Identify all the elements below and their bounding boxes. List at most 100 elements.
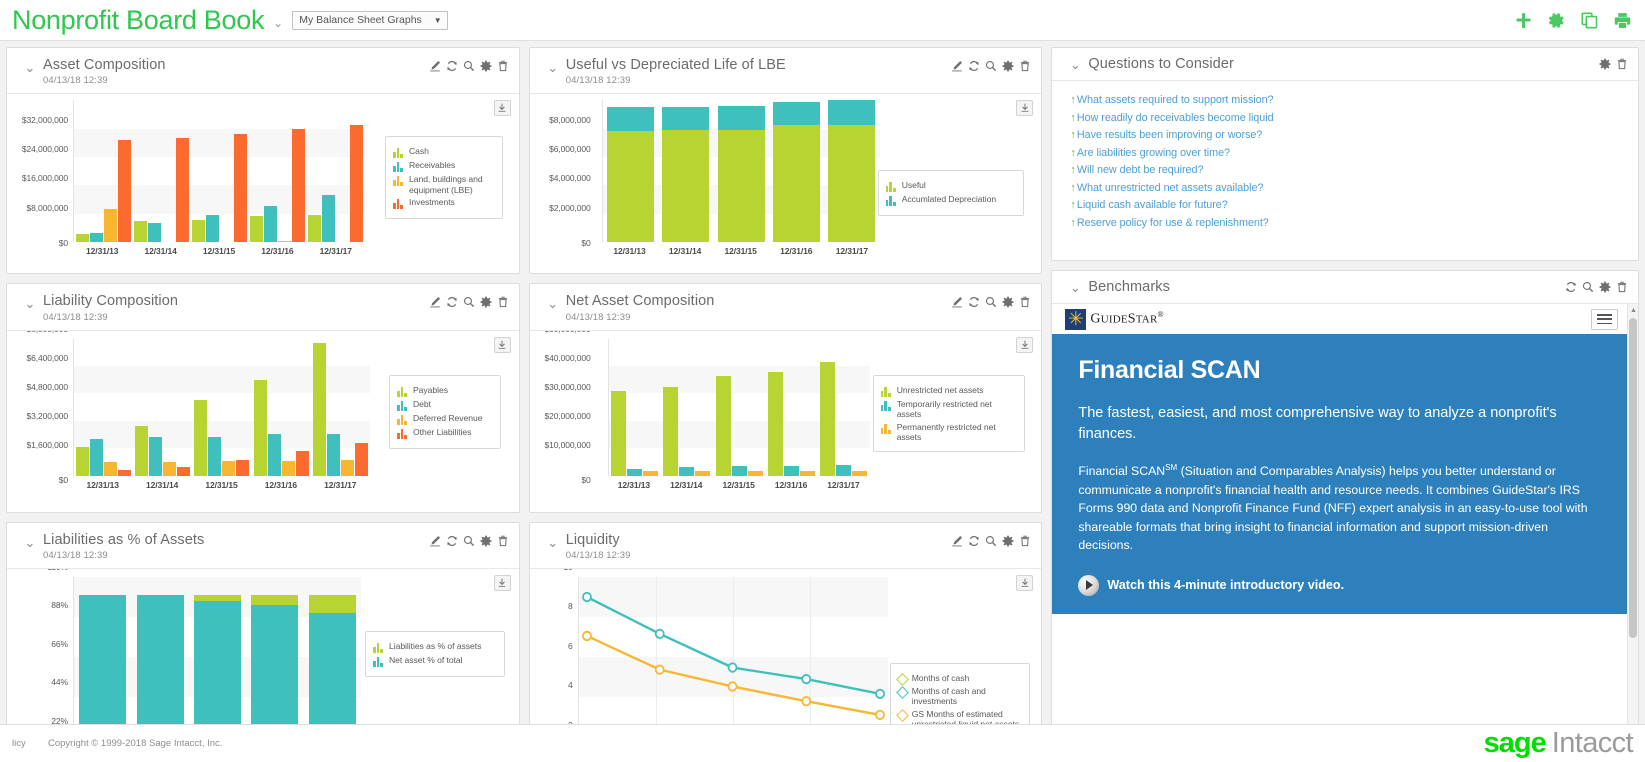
search-icon[interactable] <box>985 296 997 308</box>
y-tick: $8,000,000 <box>26 331 68 334</box>
video-link[interactable]: Watch this 4-minute introductory video. <box>1078 574 1602 596</box>
gear-icon[interactable] <box>1599 281 1611 293</box>
gear-icon[interactable] <box>480 60 492 72</box>
list-item[interactable]: ↑ Are liabilities growing over time? <box>1070 147 1628 159</box>
y-tick: $50,000,000 <box>545 331 591 334</box>
title-dropdown-caret-icon[interactable]: ⌄ <box>273 16 283 30</box>
y-tick: $20,000,000 <box>544 410 591 421</box>
panel-toolbar <box>951 293 1031 308</box>
scrollbar-thumb[interactable] <box>1629 318 1638 639</box>
refresh-icon[interactable] <box>446 535 458 547</box>
list-item[interactable]: ↑ Will new debt be required? <box>1070 164 1628 176</box>
collapse-caret-icon[interactable]: ⌄ <box>540 293 566 310</box>
delete-trash-icon[interactable] <box>497 60 509 72</box>
collapse-caret-icon[interactable]: ⌄ <box>17 293 43 310</box>
hero-heading: Financial SCAN <box>1078 356 1261 385</box>
scroll-up-icon[interactable]: ▲ <box>1628 304 1638 316</box>
search-icon[interactable] <box>985 535 997 547</box>
question-link[interactable]: What unrestricted net assets available? <box>1077 182 1264 194</box>
list-item[interactable]: ↑ What unrestricted net assets available? <box>1070 182 1628 194</box>
y-tick: 4 <box>568 680 573 691</box>
question-link[interactable]: Have results been improving or worse? <box>1077 129 1262 141</box>
download-icon[interactable] <box>1016 336 1034 353</box>
list-item[interactable]: ↑ How readily do receivables become liqui… <box>1070 112 1628 124</box>
gear-icon[interactable] <box>1002 60 1014 72</box>
collapse-caret-icon[interactable]: ⌄ <box>1062 281 1088 294</box>
refresh-icon[interactable] <box>1565 281 1577 293</box>
bar-legend-icon <box>373 642 384 653</box>
list-item[interactable]: ↑ Liquid cash available for future? <box>1070 199 1628 211</box>
question-link[interactable]: How readily do receivables become liquid <box>1077 112 1274 124</box>
collapse-caret-icon[interactable]: ⌄ <box>17 532 43 549</box>
up-arrow-icon: ↑ <box>1070 216 1076 229</box>
download-icon[interactable] <box>493 336 511 353</box>
edit-pencil-icon[interactable] <box>429 535 441 547</box>
panel-header: ⌄ Benchmarks <box>1052 271 1639 305</box>
download-icon[interactable] <box>1016 100 1034 117</box>
question-link[interactable]: Will new debt be required? <box>1077 164 1204 176</box>
list-item[interactable]: ↑ Reserve policy for use & replenishment? <box>1070 217 1628 229</box>
up-arrow-icon: ↑ <box>1070 199 1076 212</box>
search-icon[interactable] <box>463 535 475 547</box>
refresh-icon[interactable] <box>968 296 980 308</box>
gear-icon[interactable] <box>480 535 492 547</box>
search-icon[interactable] <box>985 60 997 72</box>
search-icon[interactable] <box>463 60 475 72</box>
view-selector-value: My Balance Sheet Graphs <box>299 14 422 26</box>
download-icon[interactable] <box>1016 574 1034 591</box>
play-icon[interactable] <box>1078 574 1100 596</box>
delete-trash-icon[interactable] <box>1616 58 1628 70</box>
gear-icon[interactable] <box>1002 296 1014 308</box>
bar-stack <box>79 577 127 740</box>
y-axis: 22% 44% 66% 88% 110% <box>7 569 73 734</box>
list-item[interactable]: ↑ Have results been improving or worse? <box>1070 129 1628 141</box>
question-link[interactable]: Are liabilities growing over time? <box>1077 147 1230 159</box>
edit-pencil-icon[interactable] <box>951 535 963 547</box>
collapse-caret-icon[interactable]: ⌄ <box>540 57 566 74</box>
panel-body: 22% 44% 66% 88% 110% <box>7 568 519 740</box>
collapse-caret-icon[interactable]: ⌄ <box>540 532 566 549</box>
view-selector[interactable]: My Balance Sheet Graphs ▼ <box>292 10 448 30</box>
bar-stack <box>136 577 184 740</box>
video-link-label[interactable]: Watch this 4-minute introductory video. <box>1107 578 1344 592</box>
list-item[interactable]: ↑ What assets required to support mission… <box>1070 94 1628 106</box>
question-link[interactable]: Liquid cash available for future? <box>1077 199 1228 211</box>
collapse-caret-icon[interactable]: ⌄ <box>1062 58 1088 71</box>
delete-trash-icon[interactable] <box>497 535 509 547</box>
benchmarks-scrollbar[interactable]: ▲ ▼ <box>1627 304 1639 740</box>
question-link[interactable]: Reserve policy for use & replenishment? <box>1077 217 1269 229</box>
question-link[interactable]: What assets required to support mission? <box>1077 94 1274 106</box>
gear-icon[interactable] <box>480 296 492 308</box>
edit-pencil-icon[interactable] <box>951 60 963 72</box>
refresh-icon[interactable] <box>968 60 980 72</box>
privacy-policy-link[interactable]: licy <box>12 738 36 749</box>
gear-icon[interactable] <box>1002 535 1014 547</box>
download-icon[interactable] <box>493 574 511 591</box>
edit-pencil-icon[interactable] <box>429 296 441 308</box>
search-icon[interactable] <box>1582 281 1594 293</box>
legend-label: Payables <box>413 384 448 395</box>
delete-trash-icon[interactable] <box>1019 296 1031 308</box>
x-tick: 12/31/15 <box>202 246 236 257</box>
print-icon[interactable] <box>1614 12 1631 29</box>
edit-pencil-icon[interactable] <box>951 296 963 308</box>
menu-hamburger-icon[interactable] <box>1591 308 1619 330</box>
delete-trash-icon[interactable] <box>1019 535 1031 547</box>
refresh-icon[interactable] <box>446 296 458 308</box>
delete-trash-icon[interactable] <box>1616 281 1628 293</box>
settings-gear-icon[interactable] <box>1548 12 1565 29</box>
edit-pencil-icon[interactable] <box>429 60 441 72</box>
refresh-icon[interactable] <box>968 535 980 547</box>
legend-label: Accumlated Depreciation <box>901 194 997 205</box>
download-icon[interactable] <box>493 100 511 117</box>
panel-toolbar <box>1599 58 1628 70</box>
add-icon[interactable] <box>1515 12 1532 29</box>
gear-icon[interactable] <box>1599 58 1611 70</box>
collapse-caret-icon[interactable]: ⌄ <box>17 57 43 74</box>
copy-icon[interactable] <box>1581 11 1598 29</box>
delete-trash-icon[interactable] <box>497 296 509 308</box>
refresh-icon[interactable] <box>446 60 458 72</box>
search-icon[interactable] <box>463 296 475 308</box>
y-tick: 6 <box>568 640 573 651</box>
delete-trash-icon[interactable] <box>1019 60 1031 72</box>
